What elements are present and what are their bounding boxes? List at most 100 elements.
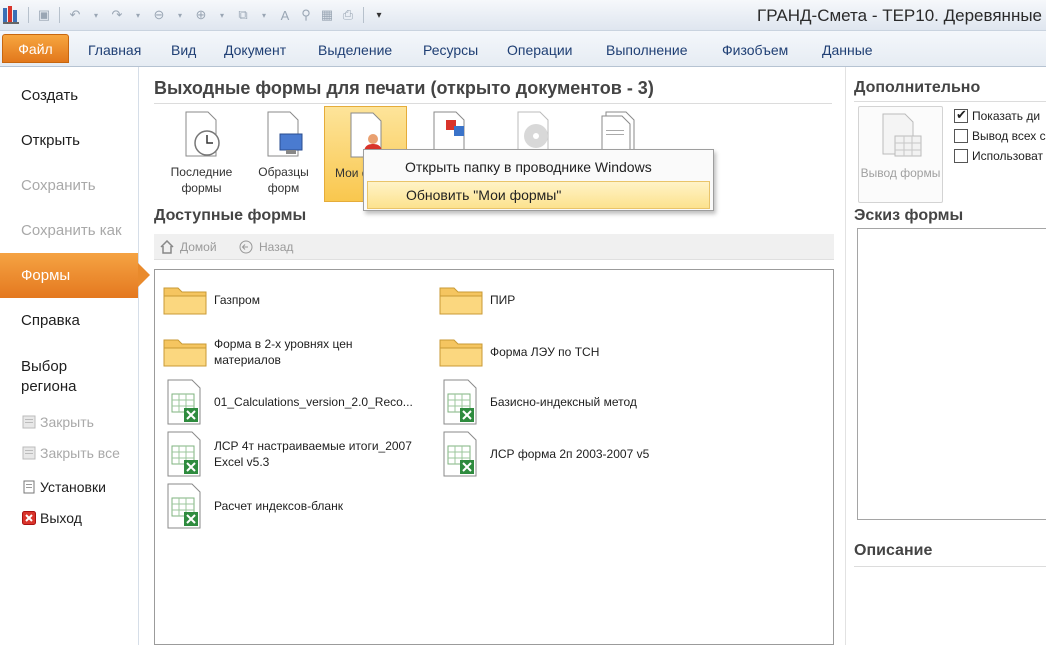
nav-exit[interactable]: Выход (22, 510, 82, 526)
nav-close-label: Закрыть (40, 414, 94, 430)
copy-icon[interactable]: ⧉ (234, 6, 252, 24)
list-item-name: Форма ЛЭУ по ТСН (490, 345, 600, 359)
list-item-name: Расчет индексов-бланк (214, 499, 343, 513)
dropdown-icon[interactable]: ▾ (255, 6, 273, 24)
tab-resources[interactable]: Ресурсы (423, 42, 478, 58)
checkbox-unchecked-icon (954, 129, 968, 143)
context-menu: Открыть папку в проводнике Windows Обнов… (363, 149, 714, 211)
list-item[interactable]: 01_Calculations_version_2.0_Reco... (162, 378, 413, 426)
output-table-icon (882, 113, 922, 157)
menu-item-open-folder[interactable]: Открыть папку в проводнике Windows (367, 153, 710, 181)
column-divider (845, 67, 846, 645)
quick-access-toolbar: ▣ ↶ ▾ ↷ ▾ ⊖ ▾ ⊕ ▾ ⧉ ▾ A ⚲ ▦ ⎙ ▾ (2, 4, 388, 26)
nav-back-label: Назад (259, 240, 294, 254)
list-item[interactable]: ПИР (438, 276, 515, 324)
sketch-heading: Эскиз формы (854, 207, 964, 224)
forward-icon[interactable]: ⊕ (192, 6, 210, 24)
tab-selection[interactable]: Выделение (318, 42, 392, 58)
nav-forms[interactable]: Формы (0, 253, 150, 298)
recent-forms-label: Последние формы (170, 165, 233, 195)
output-all-checkbox-label: Вывод всех с (972, 129, 1046, 143)
excel-file-icon (167, 431, 201, 477)
forms-list: Газпром ПИР Форма в 2-х уровнях цен мате… (154, 269, 834, 645)
computer-document-icon (267, 111, 303, 157)
list-item-name: Форма в 2-х уровнях цен материалов (214, 337, 353, 367)
dropdown-icon[interactable]: ▾ (129, 6, 147, 24)
tab-execution[interactable]: Выполнение (606, 42, 687, 58)
nav-home-label: Домой (180, 240, 217, 254)
nav-help[interactable]: Справка (0, 312, 139, 329)
checkbox-unchecked-icon (954, 149, 968, 163)
nav-back-button[interactable]: Назад (239, 240, 293, 254)
menu-item-refresh-my-forms[interactable]: Обновить "Мои формы" (367, 181, 710, 209)
list-item[interactable]: Расчет индексов-бланк (162, 482, 343, 530)
toolbar-separator (363, 7, 364, 23)
nav-home-button[interactable]: Домой (160, 240, 217, 254)
dropdown-icon[interactable]: ▾ (87, 6, 105, 24)
dropdown-icon[interactable]: ▾ (171, 6, 189, 24)
list-item-name: ПИР (490, 293, 516, 307)
tab-file[interactable]: Файл (2, 34, 69, 63)
show-checkbox[interactable]: Показать ди (954, 107, 1040, 123)
home-icon (160, 240, 174, 254)
recent-forms-button[interactable]: Последние формы (160, 106, 243, 202)
nav-close-all[interactable]: Закрыть все (22, 445, 120, 461)
redo-icon[interactable]: ↷ (108, 6, 126, 24)
app-icon[interactable] (2, 5, 22, 25)
calculator-icon[interactable]: ▦ (318, 6, 336, 24)
back-arrow-icon (239, 240, 253, 254)
list-item-name: Базисно-индексный метод (490, 395, 637, 409)
tab-physvolume[interactable]: Физобъем (722, 42, 788, 58)
tab-view[interactable]: Вид (171, 42, 196, 58)
list-item-name: Газпром (214, 293, 260, 307)
tab-operations[interactable]: Операции (507, 42, 573, 58)
back-icon[interactable]: ⊖ (150, 6, 168, 24)
use-checkbox[interactable]: Использоват (954, 149, 1043, 163)
list-item[interactable]: Форма в 2-х уровнях цен материалов (162, 328, 374, 376)
nav-settings-label: Установки (40, 479, 106, 495)
divider (854, 101, 1046, 102)
description-heading: Описание (854, 542, 933, 559)
use-checkbox-label: Использоват (972, 149, 1043, 163)
list-item[interactable]: Базисно-индексный метод (438, 378, 637, 426)
tab-document[interactable]: Документ (224, 42, 286, 58)
settings-document-icon (23, 480, 35, 494)
nav-close[interactable]: Закрыть (22, 414, 94, 430)
list-item[interactable]: ЛСР 4т настраиваемые итоги_2007 Excel v5… (162, 430, 429, 478)
nav-create[interactable]: Создать (0, 87, 139, 104)
nav-save-as[interactable]: Сохранить как (0, 222, 139, 239)
excel-file-icon (443, 379, 477, 425)
output-all-checkbox[interactable]: Вывод всех с (954, 129, 1046, 143)
undo-icon[interactable]: ↶ (66, 6, 84, 24)
list-item-name: 01_Calculations_version_2.0_Reco... (214, 395, 413, 409)
dropdown-icon[interactable]: ▾ (213, 6, 231, 24)
find-icon[interactable]: ⚲ (297, 6, 315, 24)
window-title: ГРАНД-Смета - ТЕР10. Деревянные (757, 6, 1042, 25)
nav-select-region[interactable]: Выбор региона (0, 357, 139, 397)
close-all-icon (22, 446, 36, 460)
nav-settings[interactable]: Установки (22, 479, 106, 495)
toolbar-separator (28, 7, 29, 23)
nav-save[interactable]: Сохранить (0, 177, 139, 194)
backstage-nav: Создать Открыть Сохранить Сохранить как … (0, 67, 150, 645)
list-item-name: ЛСР 4т настраиваемые итоги_2007 Excel v5… (214, 439, 412, 469)
list-item[interactable]: Газпром (162, 276, 260, 324)
divider (854, 566, 1046, 567)
excel-file-icon (167, 483, 201, 529)
list-item[interactable]: Форма ЛЭУ по ТСН (438, 328, 599, 376)
folder-icon (439, 287, 483, 315)
divider (154, 103, 832, 104)
title-bar: ▣ ↶ ▾ ↷ ▾ ⊖ ▾ ⊕ ▾ ⧉ ▾ A ⚲ ▦ ⎙ ▾ ГРАНД-См… (0, 0, 1046, 31)
save-icon[interactable]: ▣ (35, 6, 53, 24)
customize-toolbar-icon[interactable]: ▾ (370, 6, 388, 24)
print-icon[interactable]: ⎙ (339, 6, 357, 24)
close-document-icon (22, 415, 36, 429)
output-form-button[interactable]: Вывод формы (858, 106, 943, 203)
list-item[interactable]: ЛСР форма 2п 2003-2007 v5 (438, 430, 649, 478)
text-icon[interactable]: A (276, 6, 294, 24)
checkbox-checked-icon (954, 107, 968, 123)
nav-open[interactable]: Открыть (0, 132, 139, 149)
tab-home[interactable]: Главная (88, 42, 141, 58)
tab-data[interactable]: Данные (822, 42, 873, 58)
sample-forms-button[interactable]: Образцы форм (242, 106, 325, 202)
